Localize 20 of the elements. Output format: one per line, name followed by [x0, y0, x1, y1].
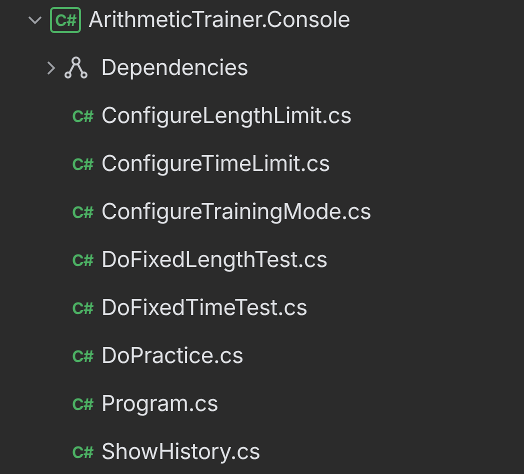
- file-name[interactable]: Program.cs: [101, 391, 218, 417]
- project-badge: C#: [50, 7, 82, 33]
- file-type-label: C#: [72, 394, 94, 414]
- file-type-label: C#: [72, 346, 94, 366]
- project-name[interactable]: ArithmeticTrainer.Console: [88, 7, 350, 33]
- file-name[interactable]: DoFixedLengthTest.cs: [101, 247, 328, 273]
- file-type-label: C#: [72, 106, 94, 126]
- file-type-label: C#: [72, 154, 94, 174]
- file-name[interactable]: DoPractice.cs: [101, 343, 244, 369]
- file-name[interactable]: ConfigureTrainingMode.cs: [101, 199, 372, 225]
- dependency-graph-icon: [63, 55, 89, 81]
- file-name[interactable]: ConfigureLengthLimit.cs: [101, 103, 352, 129]
- file-name[interactable]: DoFixedTimeTest.cs: [101, 295, 308, 321]
- file-type-label: C#: [72, 298, 94, 318]
- file-name[interactable]: ConfigureTimeLimit.cs: [101, 151, 330, 177]
- folder-name[interactable]: Dependencies: [101, 55, 248, 81]
- file-type-label: C#: [72, 202, 94, 222]
- file-type-label: C#: [72, 442, 94, 462]
- file-name[interactable]: ShowHistory.cs: [101, 439, 260, 465]
- file-type-label: C#: [72, 250, 94, 270]
